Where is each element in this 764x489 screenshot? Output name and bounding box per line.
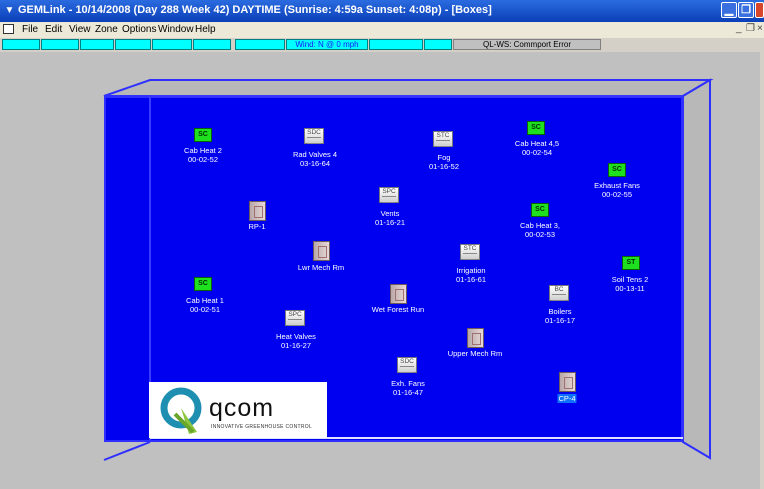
- qcom-logo: qcom INNOVATIVE GREENHOUSE CONTROL: [149, 382, 327, 438]
- mdi-close-icon[interactable]: ×: [757, 23, 763, 34]
- minimize-button[interactable]: ▁: [721, 2, 737, 18]
- app-icon[interactable]: ▼: [3, 4, 16, 17]
- status-strip: Wind: N @ 0 mph QL-WS: Commport Error: [0, 38, 764, 52]
- qcom-logo-mark-icon: [160, 387, 202, 434]
- menu-zone[interactable]: Zone: [95, 24, 118, 35]
- wind-status: Wind: N @ 0 mph: [286, 39, 368, 50]
- spc-controller-icon[interactable]: SPC: [379, 187, 399, 203]
- menu-edit[interactable]: Edit: [45, 24, 62, 35]
- menu-options[interactable]: Options: [122, 24, 156, 35]
- device-label: Exh. Fans 01-16-47: [391, 379, 425, 397]
- device-label: Soil Tens 2 00-13-11: [611, 275, 649, 293]
- device-label: RP-1: [248, 222, 266, 231]
- status-cell: [115, 39, 151, 50]
- menu-help[interactable]: Help: [195, 24, 216, 35]
- st-controller-icon[interactable]: ST: [622, 256, 640, 270]
- sc-controller-icon[interactable]: SC: [531, 203, 549, 217]
- bc-controller-icon[interactable]: BC: [549, 285, 569, 301]
- document-icon[interactable]: [3, 24, 14, 34]
- sc-controller-icon[interactable]: SC: [194, 128, 212, 142]
- device-label: Rad Valves 4 03-16-64: [292, 150, 338, 168]
- device-label: Heat Valves 01-16-27: [276, 332, 316, 350]
- relay-panel-icon[interactable]: [467, 328, 484, 348]
- logo-brand: qcom: [209, 394, 275, 422]
- status-cell: [2, 39, 40, 50]
- sc-controller-icon[interactable]: SC: [608, 163, 626, 177]
- vertical-scrollbar[interactable]: [760, 52, 764, 489]
- sdc-controller-icon[interactable]: SDC: [397, 357, 417, 373]
- maximize-button[interactable]: ❐: [738, 2, 754, 18]
- menu-window[interactable]: Window: [158, 24, 194, 35]
- device-label: Lwr Mech Rm: [297, 263, 345, 272]
- device-label: Fog 01-16-52: [428, 153, 460, 171]
- device-label: Cab Heat 1 00-02-51: [186, 296, 224, 314]
- stc-controller-icon[interactable]: STC: [433, 131, 453, 147]
- device-label: Upper Mech Rm: [447, 349, 503, 358]
- device-label: Wet Forest Run: [371, 305, 425, 314]
- device-label: Boilers 01-16-17: [544, 307, 576, 325]
- menu-view[interactable]: View: [69, 24, 91, 35]
- device-label: Vents 01-16-21: [374, 209, 406, 227]
- stc-controller-icon[interactable]: STC: [460, 244, 480, 260]
- relay-panel-icon[interactable]: [559, 372, 576, 392]
- device-label: Cab Heat 4,5 00-02-54: [514, 139, 560, 157]
- device-label: Exhaust Fans 00-02-55: [594, 181, 640, 199]
- device-label: Irrigation 01-16-61: [455, 266, 487, 284]
- comm-error-status: QL-WS: Commport Error: [453, 39, 601, 50]
- sdc-controller-icon[interactable]: SDC: [304, 128, 324, 144]
- relay-panel-icon[interactable]: [249, 201, 266, 221]
- title-bar: ▼ GEMLink - 10/14/2008 (Day 288 Week 42)…: [0, 0, 764, 22]
- menu-bar: File Edit View Zone Options Window Help …: [0, 22, 764, 38]
- window-title: GEMLink - 10/14/2008 (Day 288 Week 42) D…: [18, 4, 492, 16]
- status-cell: [193, 39, 231, 50]
- device-label: CP-4: [557, 394, 577, 403]
- status-cell: [152, 39, 192, 50]
- mdi-minimize-icon[interactable]: _: [736, 23, 742, 34]
- status-cell: [80, 39, 114, 50]
- device-label: Cab Heat 2 00-02-52: [184, 146, 222, 164]
- device-label: Cab Heat 3, 00-02-53: [519, 221, 561, 239]
- status-cell: [41, 39, 79, 50]
- sc-controller-icon[interactable]: SC: [194, 277, 212, 291]
- status-cell: [424, 39, 452, 50]
- spc-controller-icon[interactable]: SPC: [285, 310, 305, 326]
- status-cell: [369, 39, 423, 50]
- sc-controller-icon[interactable]: SC: [527, 121, 545, 135]
- menu-file[interactable]: File: [22, 24, 38, 35]
- relay-panel-icon[interactable]: [313, 241, 330, 261]
- relay-panel-icon[interactable]: [390, 284, 407, 304]
- close-button[interactable]: [755, 2, 764, 18]
- logo-tagline: INNOVATIVE GREENHOUSE CONTROL: [211, 424, 313, 430]
- mdi-restore-icon[interactable]: ❐: [746, 23, 755, 34]
- status-cell: [235, 39, 285, 50]
